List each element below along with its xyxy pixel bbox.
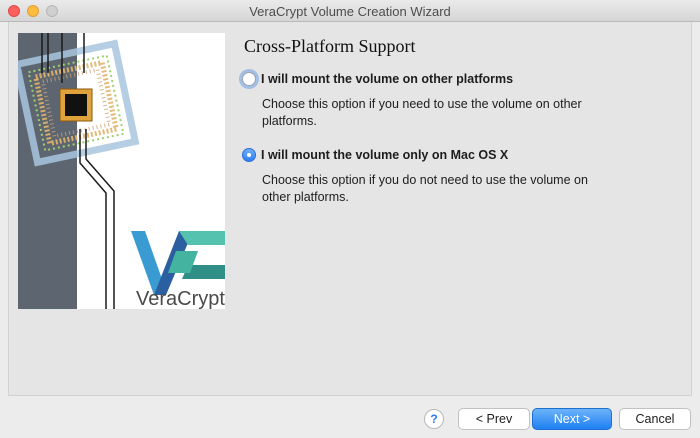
radio-mount-only-mac[interactable]	[242, 148, 256, 162]
next-button[interactable]: Next >	[532, 408, 612, 430]
radio-mount-other-platforms[interactable]	[242, 72, 256, 86]
option-description-only-mac: Choose this option if you do not need to…	[262, 173, 588, 204]
veracrypt-logo-text: VeraCrypt	[136, 288, 225, 309]
help-button[interactable]: ?	[424, 409, 444, 429]
cancel-button[interactable]: Cancel	[619, 408, 691, 430]
chip-circuit-illustration: VeraCrypt	[18, 33, 225, 309]
option-label-other-platforms[interactable]: I will mount the volume on other platfor…	[261, 72, 513, 86]
option-label-only-mac[interactable]: I will mount the volume only on Mac OS X	[261, 148, 508, 162]
veracrypt-logo: VeraCrypt	[131, 231, 225, 309]
option-description-other-platforms: Choose this option if you need to use th…	[262, 97, 582, 128]
page-title: Cross-Platform Support	[244, 36, 416, 56]
window-title: VeraCrypt Volume Creation Wizard	[249, 4, 451, 19]
veracrypt-wizard-image: VeraCrypt	[18, 33, 225, 309]
prev-button[interactable]: < Prev	[458, 408, 530, 430]
title-bar: VeraCrypt Volume Creation Wizard	[0, 0, 700, 22]
